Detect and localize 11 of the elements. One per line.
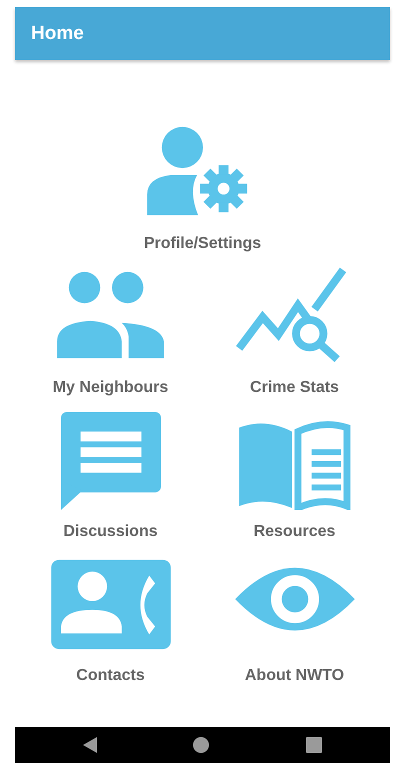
back-button[interactable] [83,737,98,753]
home-tile-button[interactable]: Resources [202,410,386,542]
home-tile-button[interactable]: My Neighbours [18,266,202,398]
home-tile-button[interactable]: Contacts [18,554,202,686]
home-tile-button[interactable]: Profile/Settings [110,122,294,254]
home-button[interactable] [193,737,210,753]
home-tile-button[interactable]: Crime Stats [202,266,386,398]
home-tile-button[interactable]: Discussions [18,410,202,542]
recents-button[interactable] [306,737,322,753]
app-title: Home [31,22,84,44]
home-tile-button[interactable]: About NWTO [202,554,386,686]
